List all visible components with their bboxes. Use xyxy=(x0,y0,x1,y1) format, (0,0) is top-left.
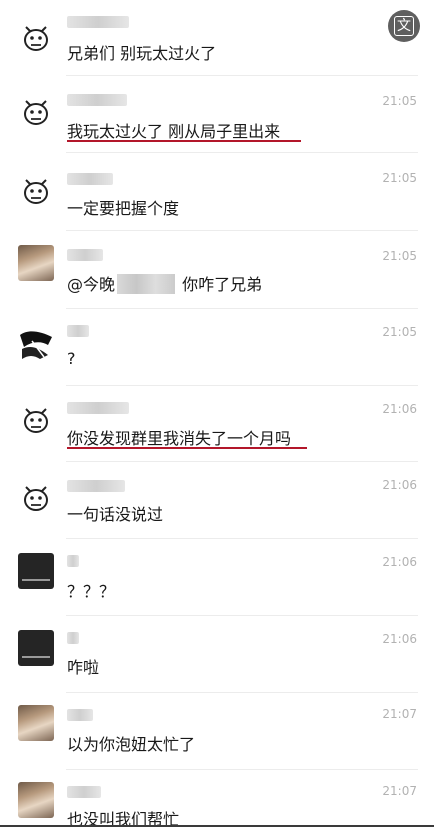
message-time: 21:05 xyxy=(382,171,417,185)
message-time: 21:06 xyxy=(382,632,417,646)
message-text: ? xyxy=(67,349,76,368)
message-time: 21:07 xyxy=(382,784,417,798)
avatar[interactable] xyxy=(18,553,54,589)
chat-message: 21:06 咋啦 xyxy=(0,616,434,693)
avatar[interactable] xyxy=(18,325,54,361)
red-underline-mark xyxy=(67,447,307,449)
message-text: @今晚 你咋了兄弟 xyxy=(67,271,262,295)
avatar[interactable] xyxy=(18,480,54,516)
avatar[interactable] xyxy=(18,630,54,666)
sender-name-blurred xyxy=(67,709,93,721)
chat-message: 21:05 我玩太过火了 刚从局子里出来 xyxy=(0,76,434,153)
avatar-line xyxy=(22,579,50,581)
avatar[interactable] xyxy=(18,782,54,818)
avatar[interactable] xyxy=(18,245,54,281)
chat-message: 21:05 一定要把握个度 xyxy=(0,153,434,231)
sender-name-blurred xyxy=(67,402,129,414)
message-time: 21:06 xyxy=(382,478,417,492)
avatar[interactable] xyxy=(18,94,54,130)
chat-message: 21:07 以为你泡妞太忙了 xyxy=(0,693,434,770)
message-text-rest: 你咋了兄弟 xyxy=(182,275,263,294)
message-text: 你没发现群里我消失了一个月吗 xyxy=(67,429,292,448)
message-text: 我玩太过火了 刚从局子里出来 xyxy=(67,122,281,141)
chat-message: 21:07 也没叫我们帮忙 xyxy=(0,770,434,829)
chat-message: 21:05 ? xyxy=(0,309,434,386)
chat-message: 21:06 ？？？ xyxy=(0,539,434,616)
sender-name-blurred xyxy=(67,16,129,28)
red-underline-mark xyxy=(67,140,301,142)
chat-message: 兄弟们 别玩太过火了 xyxy=(0,0,434,76)
message-time: 21:06 xyxy=(382,402,417,416)
message-time: 21:06 xyxy=(382,555,417,569)
doodle-face-icon xyxy=(24,26,48,51)
message-text: 咋啦 xyxy=(67,658,100,677)
avatar[interactable] xyxy=(18,705,54,741)
mention[interactable]: @今晚 xyxy=(67,275,115,294)
sender-name-blurred xyxy=(67,325,89,337)
chat-message: 21:06 你没发现群里我消失了一个月吗 xyxy=(0,386,434,462)
message-text: 兄弟们 别玩太过火了 xyxy=(67,44,217,63)
message-text: 一句话没说过 xyxy=(67,505,164,524)
doodle-face-icon xyxy=(24,486,48,511)
sender-name-blurred xyxy=(67,94,127,106)
doodle-face-icon xyxy=(24,408,48,433)
message-time: 21:05 xyxy=(382,94,417,108)
sender-name-blurred xyxy=(67,555,79,567)
blurred-name-mosaic xyxy=(117,274,176,294)
sender-name-blurred xyxy=(67,632,79,644)
message-text: ？？？ xyxy=(67,582,116,601)
sender-name-blurred xyxy=(67,173,113,185)
avatar-line xyxy=(22,656,50,658)
message-text: 以为你泡妞太忙了 xyxy=(67,735,196,754)
chat-message: 21:06 一句话没说过 xyxy=(0,462,434,539)
avatar[interactable] xyxy=(18,173,54,209)
chat-message-list: 文 兄弟们 别玩太过火了 21:05 我玩太过火了 刚从局子里出来 21:05 … xyxy=(0,0,434,829)
message-time: 21:05 xyxy=(382,325,417,339)
doodle-face-icon xyxy=(24,179,48,204)
avatar[interactable] xyxy=(18,20,54,56)
ink-painting-icon xyxy=(20,331,52,359)
chat-message: 21:05 @今晚 你咋了兄弟 xyxy=(0,231,434,309)
sender-name-blurred xyxy=(67,480,125,492)
message-time: 21:07 xyxy=(382,707,417,721)
avatar[interactable] xyxy=(18,402,54,438)
message-text: 一定要把握个度 xyxy=(67,199,180,218)
sender-name-blurred xyxy=(67,786,101,798)
message-time: 21:05 xyxy=(382,249,417,263)
sender-name-blurred xyxy=(67,249,103,261)
doodle-face-icon xyxy=(24,100,48,125)
